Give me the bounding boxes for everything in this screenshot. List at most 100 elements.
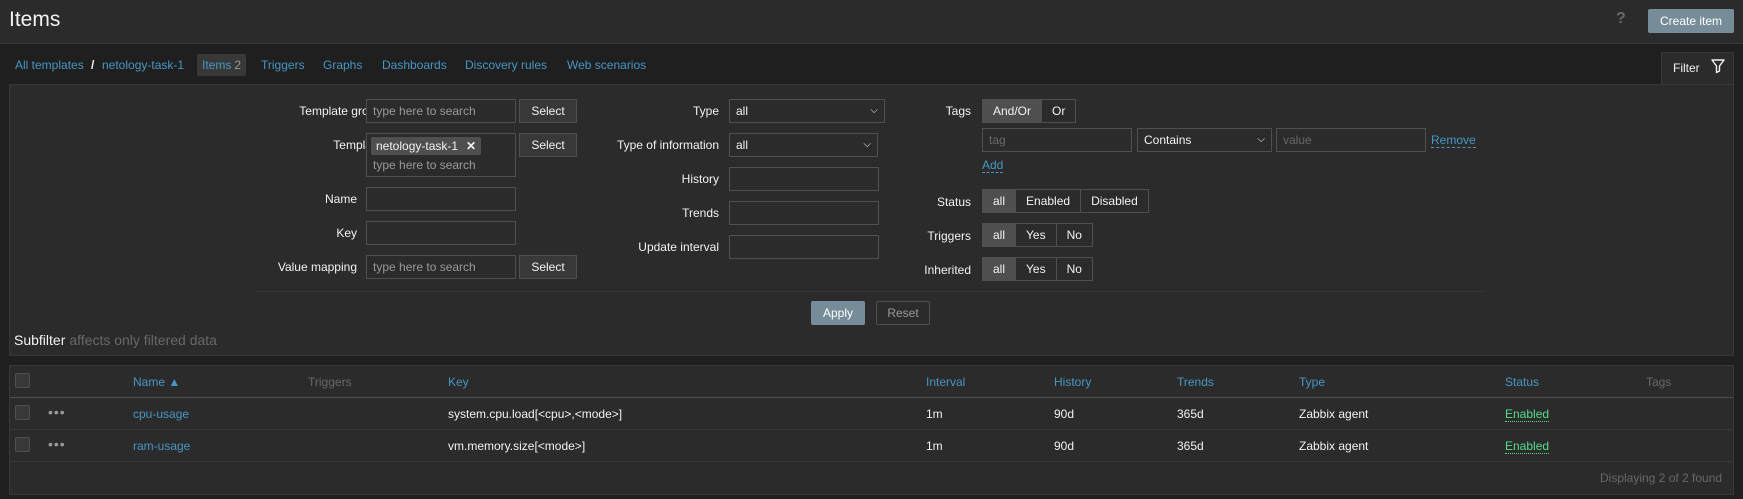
templates-search-input[interactable]: type here to search (373, 158, 476, 172)
column-header-name[interactable]: Name ▲ (133, 375, 180, 389)
item-key: vm.memory.size[<mode>] (448, 439, 586, 453)
item-key: system.cpu.load[<cpu>,<mode>] (448, 407, 623, 421)
subfilter-heading: Subfilter affects only filtered data (14, 332, 217, 348)
filter-divider (257, 291, 1484, 292)
table-header-divider (10, 397, 1733, 398)
row-checkbox[interactable] (15, 405, 30, 420)
column-header-type[interactable]: Type (1299, 375, 1325, 389)
tab-graphs[interactable]: Graphs (323, 58, 362, 72)
type-select[interactable]: all ⌵ (729, 99, 885, 123)
item-name-link[interactable]: cpu-usage (133, 407, 189, 421)
select-all-checkbox[interactable] (15, 373, 30, 388)
key-input[interactable] (366, 221, 516, 245)
template-groups-select-button[interactable]: Select (519, 99, 577, 123)
type-label: Type (692, 104, 719, 118)
status-disabled-option[interactable]: Disabled (1081, 190, 1148, 212)
type-of-information-select-value: all (736, 138, 749, 152)
tab-dashboards[interactable]: Dashboards (382, 58, 447, 72)
row-divider (10, 461, 1733, 462)
subfilter-note: affects only filtered data (69, 332, 217, 348)
status-label: Status (936, 195, 971, 209)
page-title: Items (9, 8, 61, 31)
item-name-link[interactable]: ram-usage (133, 439, 190, 453)
value-mapping-input[interactable]: type here to search (366, 255, 516, 279)
type-of-information-select[interactable]: all ⌵ (729, 133, 878, 157)
item-history: 90d (1054, 439, 1075, 453)
remove-tag-link[interactable]: Remove (1431, 133, 1476, 148)
item-trends: 365d (1177, 407, 1204, 421)
templates-select-button[interactable]: Select (519, 133, 577, 157)
tags-or-option[interactable]: Or (1042, 100, 1076, 122)
column-header-trends[interactable]: Trends (1177, 375, 1214, 389)
tag-value-input[interactable]: value (1276, 128, 1426, 152)
item-history: 90d (1054, 407, 1075, 421)
page-header (0, 0, 1743, 44)
item-type: Zabbix agent (1299, 439, 1369, 453)
table-footer-count: Displaying 2 of 2 found (1600, 471, 1723, 485)
item-trends: 365d (1177, 439, 1204, 453)
reset-button[interactable]: Reset (876, 301, 930, 325)
template-groups-input[interactable]: type here to search (366, 99, 516, 123)
triggers-filter-label: Triggers (927, 229, 971, 243)
apply-button[interactable]: Apply (811, 301, 865, 325)
create-item-button[interactable]: Create item (1648, 9, 1734, 33)
inherited-yes-option[interactable]: Yes (1016, 258, 1057, 280)
tab-items-count: 2 (234, 58, 242, 72)
tag-operator-value: Contains (1144, 133, 1192, 147)
column-header-status[interactable]: Status (1505, 375, 1539, 389)
breadcrumb-separator: / (91, 58, 95, 72)
row-menu-icon[interactable]: ••• (48, 404, 66, 420)
type-select-value: all (736, 104, 749, 118)
chevron-down-icon: ⌵ (1257, 134, 1265, 145)
tab-web-scenarios[interactable]: Web scenarios (567, 58, 646, 72)
inherited-label: Inherited (924, 263, 971, 277)
trends-input[interactable] (729, 201, 879, 225)
filter-tab-label: Filter (1673, 61, 1700, 75)
status-enabled-option[interactable]: Enabled (1016, 190, 1082, 212)
template-chip-label: netology-task-1 (376, 139, 459, 153)
inherited-all-option[interactable]: all (983, 258, 1017, 280)
value-mapping-select-button[interactable]: Select (519, 255, 577, 279)
items-table (9, 365, 1734, 495)
value-mapping-label: Value mapping (277, 260, 357, 274)
history-label: History (681, 172, 719, 186)
tags-and-or-option[interactable]: And/Or (983, 100, 1043, 122)
status-toggle[interactable]: all Enabled Disabled (982, 189, 1149, 213)
column-header-key[interactable]: Key (448, 375, 469, 389)
status-all-option[interactable]: all (983, 190, 1017, 212)
chevron-down-icon: ⌵ (863, 139, 871, 150)
item-status-toggle[interactable]: Enabled (1505, 407, 1550, 422)
tab-items[interactable]: Items 2 (197, 54, 247, 76)
filter-tab[interactable]: Filter (1661, 52, 1734, 85)
column-header-history[interactable]: History (1054, 375, 1091, 389)
item-status-toggle[interactable]: Enabled (1505, 439, 1550, 454)
chevron-down-icon: ⌵ (870, 105, 878, 116)
row-menu-icon[interactable]: ••• (48, 436, 66, 452)
tag-input[interactable]: tag (982, 128, 1132, 152)
breadcrumb-template[interactable]: netology-task-1 (102, 58, 184, 72)
triggers-no-option[interactable]: No (1056, 224, 1092, 246)
tags-evaltype-toggle[interactable]: And/Or Or (982, 99, 1077, 123)
triggers-toggle[interactable]: all Yes No (982, 223, 1093, 247)
triggers-yes-option[interactable]: Yes (1016, 224, 1057, 246)
inherited-toggle[interactable]: all Yes No (982, 257, 1093, 281)
update-interval-input[interactable] (729, 235, 879, 259)
help-icon[interactable]: ? (1616, 10, 1632, 30)
tag-operator-select[interactable]: Contains ⌵ (1137, 128, 1272, 152)
column-header-interval[interactable]: Interval (926, 375, 965, 389)
row-divider (10, 429, 1733, 430)
breadcrumb-all-templates[interactable]: All templates (15, 58, 84, 72)
add-tag-link[interactable]: Add (982, 158, 1004, 173)
update-interval-label: Update interval (638, 240, 719, 254)
subfilter-title: Subfilter (14, 332, 66, 348)
history-input[interactable] (729, 167, 879, 191)
templates-multiselect[interactable]: netology-task-1 ✕ type here to search (366, 133, 516, 177)
tab-triggers[interactable]: Triggers (261, 58, 305, 72)
close-icon[interactable]: ✕ (466, 139, 476, 153)
row-checkbox[interactable] (15, 437, 30, 452)
item-type: Zabbix agent (1299, 407, 1369, 421)
inherited-no-option[interactable]: No (1056, 258, 1092, 280)
triggers-all-option[interactable]: all (983, 224, 1017, 246)
tab-discovery-rules[interactable]: Discovery rules (465, 58, 547, 72)
name-input[interactable] (366, 187, 516, 211)
